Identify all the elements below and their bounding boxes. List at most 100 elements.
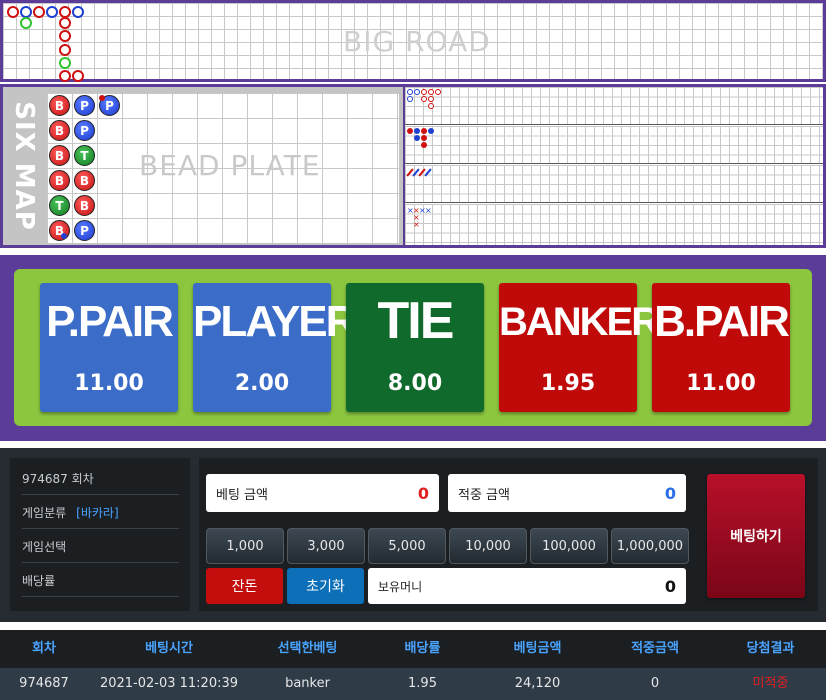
bead-b-icon: B [49,145,70,166]
bet-tile-odds: 8.00 [387,371,443,396]
chip-1000[interactable]: 1,000 [206,528,284,564]
history-result: 미적중 [752,676,789,691]
win-amount-value: 0 [664,483,676,503]
bet-tile-label: B.PAIR [654,297,790,346]
bead-b-icon: B [49,220,70,241]
banker-ring-icon [7,6,19,18]
history-header: 베팅시간 [145,641,193,656]
bet-tile-label: TIE [377,292,455,350]
reset-button[interactable]: 초기화 [287,568,364,604]
betting-board: P.PAIR 11.00 PLAYER 2.00 TIE 8.00 BANKER… [14,269,812,426]
bet-amount-field: 베팅 금액 0 [206,474,439,512]
pair-dot-icon [99,95,105,101]
balance-label: 보유머니 [378,579,423,594]
game-type-value: [바카라] [76,505,119,520]
round-info: 974687 회차 [22,462,179,495]
chip-1000000[interactable]: 1,000,000 [611,528,689,564]
small-road-dot-icon [421,142,427,148]
place-bet-button[interactable]: 베팅하기 [707,474,805,598]
player-ring-icon [72,6,84,18]
bet-tile-odds: 1.95 [540,371,596,396]
bet-tile-odds: 11.00 [74,371,144,396]
win-amount-label: 적중 금액 [458,487,510,503]
bet-tile-player-pair[interactable]: P.PAIR 11.00 [40,283,178,412]
history-cell: 24,120 [514,676,561,691]
history-header: 베팅금액 [513,641,562,656]
betting-board-frame: P.PAIR 11.00 PLAYER 2.00 TIE 8.00 BANKER… [0,255,826,441]
bet-tile-label: PLAYER [193,297,357,346]
big-eye-ring-icon [407,89,413,95]
bead-b-icon: B [49,95,70,116]
remainder-button[interactable]: 잔돈 [206,568,283,604]
tie-ring-icon [59,57,71,69]
bead-plate-watermark: BEAD PLATE [139,149,321,182]
six-map-label: SIX MAP [9,101,39,231]
bet-tile-label: BANKER [499,300,660,344]
big-eye-ring-icon [428,96,434,102]
bet-tile-player[interactable]: PLAYER 2.00 [193,283,357,412]
bet-tile-label: P.PAIR [46,297,174,346]
bet-amount-value: 0 [417,483,429,503]
history-cell: 0 [650,676,660,691]
pair-dot-icon [61,233,67,239]
derived-roads: × × × × × × [405,87,823,245]
balance-value: 0 [664,576,676,596]
big-eye-ring-icon [435,89,441,95]
small-road-dot-icon [414,128,420,134]
road-panel: SIX MAP BEAD PLATE BPPBPBTBBTBBP × × × × × × [0,84,826,248]
cross-icon: × [425,206,432,215]
small-road-dot-icon [421,128,427,134]
bet-history-table: 회차 베팅시간 선택한베팅 배당률 베팅금액 적중금액 당첨결과 974687 … [0,630,826,700]
banker-ring-icon [72,70,84,82]
game-info: 974687 회차 게임분류 [바카라] 게임선택 배당률 [10,458,190,611]
history-cell: 1.95 [408,676,437,691]
history-header: 적중금액 [631,641,679,656]
bet-tile-banker[interactable]: BANKER 1.95 [499,283,660,412]
chip-3000[interactable]: 3,000 [287,528,365,564]
bet-amount-label: 베팅 금액 [216,487,268,503]
chip-100000[interactable]: 100,000 [530,528,608,564]
chip-5000[interactable]: 5,000 [368,528,446,564]
banker-ring-icon [59,44,71,56]
history-cell: 2021-02-03 11:20:39 [99,676,239,691]
small-road-dot-icon [421,135,427,141]
history-header: 당첨결과 [746,641,795,656]
cross-icon: × [413,220,420,229]
small-road [405,126,823,164]
big-eye-road [405,87,823,125]
six-map: SIX MAP BEAD PLATE BPPBPBTBBTBBP [3,87,403,245]
game-type: 게임분류 [바카라] [22,496,179,529]
bead-plate: BEAD PLATE BPPBPBTBBTBBP [47,93,399,243]
big-eye-ring-icon [414,89,420,95]
cockroach-road [405,165,823,203]
history-header: 회차 [32,641,56,656]
history-cell: 974687 [19,676,69,691]
big-eye-ring-icon [421,96,427,102]
bead-b-icon: B [74,170,95,191]
bead-p-icon: P [74,95,95,116]
banker-ring-icon [59,17,71,29]
big-road: BIG ROAD [0,0,826,82]
history-header: 선택한베팅 [277,641,338,656]
big-eye-ring-icon [428,103,434,109]
bet-tile-banker-pair[interactable]: B.PAIR 11.00 [652,283,790,412]
big-eye-ring-icon [428,89,434,95]
game-select: 게임선택 [22,530,179,563]
tie-ring-icon [20,17,32,29]
banker-ring-icon [59,70,71,82]
bet-tile-odds: 2.00 [234,371,290,396]
small-road-dot-icon [407,128,413,134]
bead-b-icon: B [49,170,70,191]
big-eye-ring-icon [407,96,413,102]
bet-tile-odds: 11.00 [686,371,756,396]
win-amount-field: 적중 금액 0 [448,474,686,512]
bead-p-icon: P [74,120,95,141]
balance-field: 보유머니 0 [368,568,686,604]
bet-tile-tie[interactable]: TIE 8.00 [346,283,484,412]
extra-road [405,204,823,245]
bead-t-icon: T [49,195,70,216]
chip-10000[interactable]: 10,000 [449,528,527,564]
banker-ring-icon [59,30,71,42]
bead-b-icon: B [49,120,70,141]
small-road-dot-icon [414,135,420,141]
